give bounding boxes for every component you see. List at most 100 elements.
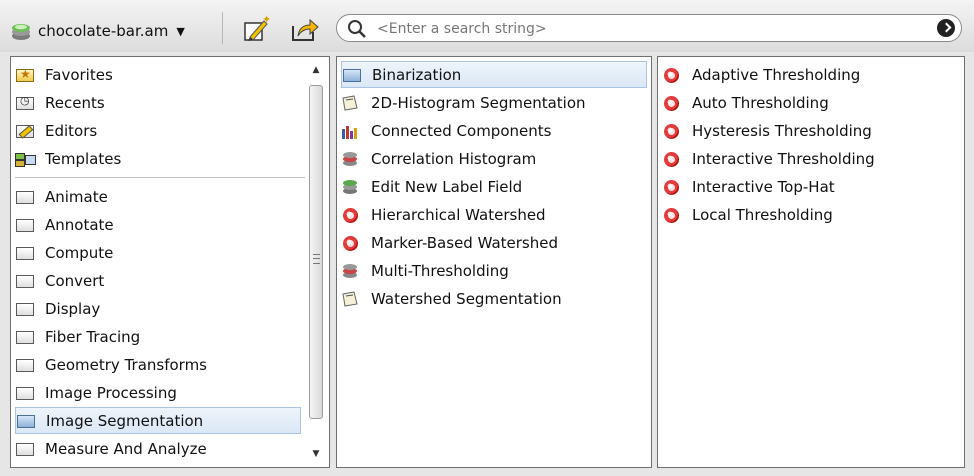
red-module-icon [662, 123, 682, 139]
folder-icon [342, 67, 362, 83]
module-item[interactable]: Interactive Top-Hat [662, 173, 835, 200]
folder-label: Animate [45, 187, 108, 206]
folder-item[interactable]: Display [15, 295, 100, 322]
folder-icon [15, 301, 35, 317]
category-recents[interactable]: ◷ Recents [15, 89, 105, 116]
scrollbar-thumb[interactable] [309, 85, 323, 419]
folder-icon [15, 189, 35, 205]
subcategory-label: Marker-Based Watershed [371, 233, 558, 252]
module-label: Interactive Thresholding [692, 149, 875, 168]
category-favorites[interactable]: ★ Favorites [15, 61, 113, 88]
category-label: Favorites [45, 65, 113, 84]
subcategory-label: Multi-Thresholding [371, 261, 509, 280]
red-module-icon [341, 207, 361, 223]
folder-label: Measure And Analyze [45, 439, 207, 458]
category-scrollbar[interactable]: ▲ ▼ [309, 61, 323, 461]
red-module-icon [341, 235, 361, 251]
folder-label: Convert [45, 271, 105, 290]
module-label: Hysteresis Thresholding [692, 121, 872, 140]
subcategory-label: Binarization [372, 65, 462, 84]
svg-text:✦: ✦ [262, 14, 271, 26]
red-module-icon [662, 95, 682, 111]
template-icon [15, 151, 36, 167]
module-item[interactable]: Auto Thresholding [662, 89, 829, 116]
scroll-up-icon[interactable]: ▲ [309, 63, 323, 77]
folder-icon [15, 245, 35, 261]
search-input[interactable] [375, 18, 939, 40]
folder-icon [16, 413, 36, 429]
red-module-icon [662, 151, 682, 167]
category-label: Templates [45, 149, 122, 168]
module-item[interactable]: Interactive Thresholding [662, 145, 875, 172]
subcategory-label: 2D-Histogram Segmentation [371, 93, 586, 112]
module-item[interactable]: Local Thresholding [662, 201, 833, 228]
folder-label: Image Segmentation [46, 411, 204, 430]
export-arrow-icon[interactable] [290, 14, 320, 44]
stack-icon [341, 263, 361, 279]
category-editors[interactable]: Editors [15, 117, 97, 144]
search-bar [336, 14, 962, 42]
folder-icon [15, 441, 35, 457]
folder-item[interactable]: Compute [15, 239, 113, 266]
subcategory-item[interactable]: Hierarchical Watershed [341, 201, 546, 228]
folder-label: Image Processing [45, 383, 177, 402]
folder-label: Display [45, 299, 101, 318]
bars-icon [341, 123, 361, 139]
data-object-icon [12, 24, 30, 40]
subcategory-label: Edit New Label Field [371, 177, 523, 196]
subcategory-item[interactable]: 2D-Histogram Segmentation [341, 89, 586, 116]
module-item[interactable]: Adaptive Thresholding [662, 61, 860, 88]
module-label: Local Thresholding [692, 205, 833, 224]
subcategory-panel: Binarization 2D-Histogram Segmentation C… [336, 56, 652, 468]
folder-label: Fiber Tracing [45, 327, 141, 346]
pencil-icon [15, 123, 35, 139]
folder-item[interactable]: Animate [15, 183, 108, 210]
subcategory-item[interactable]: Edit New Label Field [341, 173, 522, 200]
folder-item[interactable]: Convert [15, 267, 104, 294]
scroll-down-icon[interactable]: ▼ [309, 447, 323, 461]
subcategory-label: Hierarchical Watershed [371, 205, 546, 224]
folder-item[interactable]: Annotate [15, 211, 114, 238]
data-object-dropdown[interactable]: chocolate-bar.am ▼ [10, 18, 185, 44]
folder-icon [15, 357, 35, 373]
subcategory-item[interactable]: Marker-Based Watershed [341, 229, 558, 256]
subcategory-item[interactable]: Connected Components [341, 117, 551, 144]
folder-item-selected[interactable]: Image Segmentation [15, 407, 301, 434]
search-go-icon[interactable] [937, 19, 955, 37]
category-label: Editors [45, 121, 98, 140]
toolbar-separator [222, 12, 223, 44]
module-label: Auto Thresholding [692, 93, 829, 112]
search-icon [348, 20, 366, 38]
data-object-label: chocolate-bar.am [38, 22, 169, 40]
subcategory-item[interactable]: Watershed Segmentation [341, 285, 562, 312]
stack-icon [341, 151, 361, 167]
folder-icon [15, 385, 35, 401]
category-panel: ★ Favorites ◷ Recents Editors Templates … [10, 56, 330, 468]
favorites-star-icon: ★ [15, 67, 35, 83]
category-divider [15, 177, 305, 178]
segmentation-icon [341, 290, 361, 307]
category-templates[interactable]: Templates [15, 145, 121, 172]
folder-icon [15, 329, 35, 345]
subcategory-label: Watershed Segmentation [371, 289, 562, 308]
folder-item[interactable]: Measure And Analyze [15, 435, 207, 462]
module-label: Adaptive Thresholding [692, 65, 861, 84]
folder-item[interactable]: Geometry Transforms [15, 351, 207, 378]
label-field-icon [341, 179, 361, 195]
toolbar: chocolate-bar.am ▼ ✦ [0, 0, 974, 52]
folder-label: Annotate [45, 215, 114, 234]
subcategory-item[interactable]: Multi-Thresholding [341, 257, 509, 284]
folder-item[interactable]: Image Processing [15, 379, 177, 406]
subcategory-item-selected[interactable]: Binarization [341, 61, 647, 88]
red-module-icon [662, 179, 682, 195]
new-module-icon[interactable]: ✦ [242, 14, 272, 44]
folder-item[interactable]: Fiber Tracing [15, 323, 140, 350]
red-module-icon [662, 207, 682, 223]
subcategory-label: Connected Components [371, 121, 552, 140]
subcategory-item[interactable]: Correlation Histogram [341, 145, 536, 172]
folder-label: Geometry Transforms [45, 355, 207, 374]
red-module-icon [662, 67, 682, 83]
segmentation-icon [341, 94, 361, 111]
subcategory-label: Correlation Histogram [371, 149, 537, 168]
module-item[interactable]: Hysteresis Thresholding [662, 117, 872, 144]
